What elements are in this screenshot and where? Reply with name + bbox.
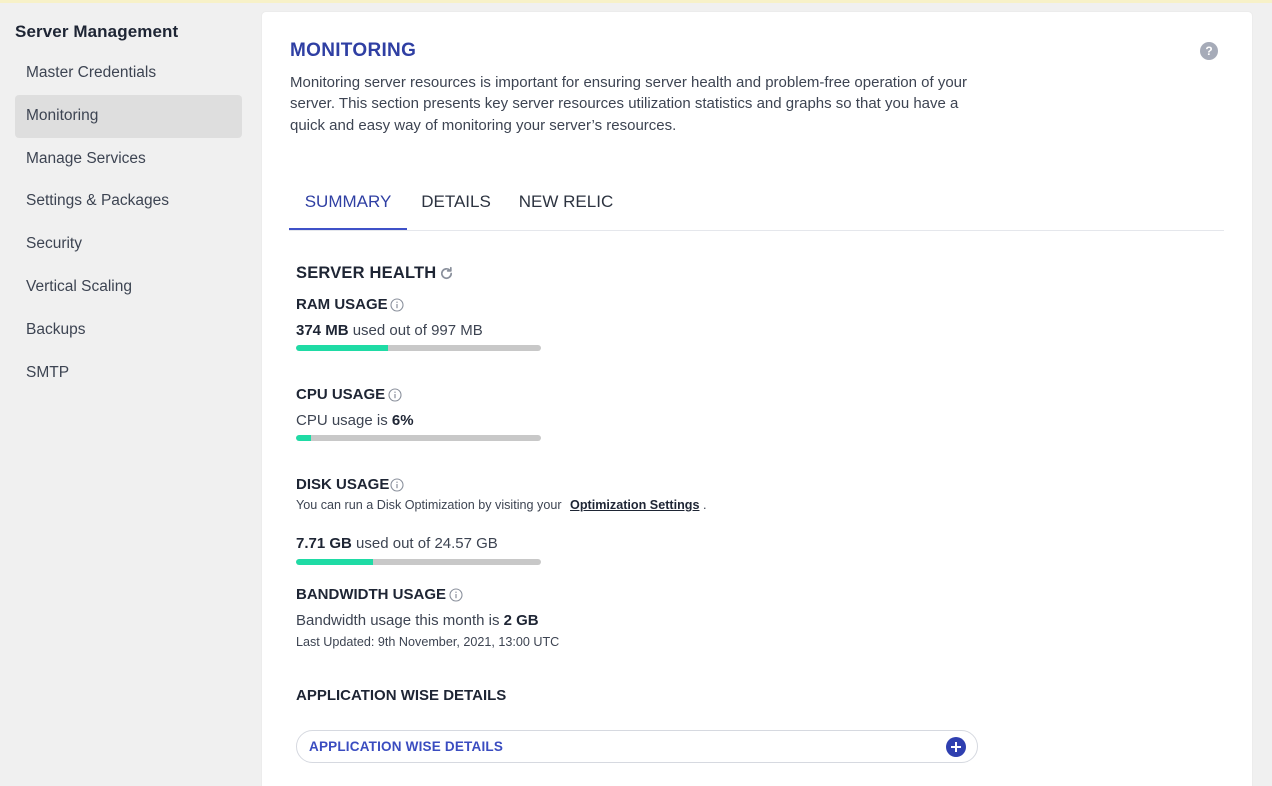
sidebar-item-backups[interactable]: Backups [15, 309, 242, 352]
sidebar-item-master-credentials[interactable]: Master Credentials [15, 52, 242, 95]
disk-optimization-period: . [702, 498, 707, 512]
bandwidth-usage-label: BANDWIDTH USAGE [296, 586, 446, 603]
question-circle-icon[interactable]: ? [1200, 42, 1218, 60]
disk-usage-text: 7.71 GB used out of 24.57 GB [296, 535, 498, 552]
info-icon[interactable] [390, 298, 404, 312]
disk-used-value: 7.71 GB [296, 535, 352, 552]
application-wise-title: APPLICATION WISE DETAILS [296, 687, 507, 704]
tab-new-relic[interactable]: NEW RELIC [505, 182, 627, 230]
cpu-usage-value: 6% [391, 412, 414, 429]
info-icon[interactable] [388, 388, 402, 402]
ram-usage-label: RAM USAGE [296, 296, 388, 313]
sidebar-item-manage-services[interactable]: Manage Services [15, 138, 242, 181]
page-description: Monitoring server resources is important… [290, 74, 967, 134]
plus-circle-icon[interactable] [946, 737, 966, 757]
monitoring-card: MONITORING ? Monitoring server resources… [262, 12, 1252, 786]
sidebar-nav: Master Credentials Monitoring Manage Ser… [15, 52, 242, 394]
disk-optimization-note: You can run a Disk Optimization by visit… [296, 498, 706, 512]
cpu-usage-label: CPU USAGE [296, 386, 386, 403]
bandwidth-usage-prefix: Bandwidth usage this month is [296, 612, 500, 629]
optimization-settings-link[interactable]: Optimization Settings [570, 498, 699, 512]
sidebar-title: Server Management [15, 22, 179, 41]
application-wise-accordion[interactable]: APPLICATION WISE DETAILS [296, 730, 978, 763]
cpu-usage-bar-fill [296, 435, 311, 441]
tab-bar: SUMMARY DETAILS NEW RELIC [289, 182, 1224, 231]
disk-usage-label: DISK USAGE [296, 476, 390, 493]
ram-usage-bar [296, 345, 541, 351]
accordion-label: APPLICATION WISE DETAILS [309, 739, 504, 754]
sidebar-item-security[interactable]: Security [15, 223, 242, 266]
cpu-usage-prefix: CPU usage is [296, 412, 388, 429]
disk-used-suffix: used out of 24.57 GB [356, 535, 498, 552]
sidebar-item-vertical-scaling[interactable]: Vertical Scaling [15, 266, 242, 309]
ram-usage-text: 374 MB used out of 997 MB [296, 322, 483, 339]
cpu-usage-text: CPU usage is 6% [296, 412, 414, 429]
sidebar-item-smtp[interactable]: SMTP [15, 352, 242, 395]
sidebar: Server Management Master Credentials Mon… [0, 0, 262, 786]
ram-usage-bar-fill [296, 345, 388, 351]
last-updated-text: Last Updated: 9th November, 2021, 13:00 … [296, 635, 560, 649]
info-icon[interactable] [390, 478, 404, 492]
ram-used-suffix: used out of 997 MB [352, 322, 483, 339]
ram-used-value: 374 MB [296, 322, 349, 339]
bandwidth-usage-text: Bandwidth usage this month is 2 GB [296, 612, 539, 629]
info-icon[interactable] [449, 588, 463, 602]
tab-details[interactable]: DETAILS [407, 182, 505, 230]
server-health-title: SERVER HEALTH [296, 264, 437, 282]
refresh-icon[interactable] [439, 266, 454, 281]
disk-usage-bar [296, 559, 541, 565]
disk-usage-bar-fill [296, 559, 373, 565]
sidebar-item-monitoring[interactable]: Monitoring [15, 94, 242, 138]
cpu-usage-bar [296, 435, 541, 441]
bandwidth-usage-value: 2 GB [503, 612, 539, 629]
disk-optimization-text: You can run a Disk Optimization by visit… [296, 498, 562, 512]
page-title: MONITORING [290, 40, 417, 61]
tab-summary[interactable]: SUMMARY [289, 182, 407, 230]
sidebar-item-settings-packages[interactable]: Settings & Packages [15, 180, 242, 223]
